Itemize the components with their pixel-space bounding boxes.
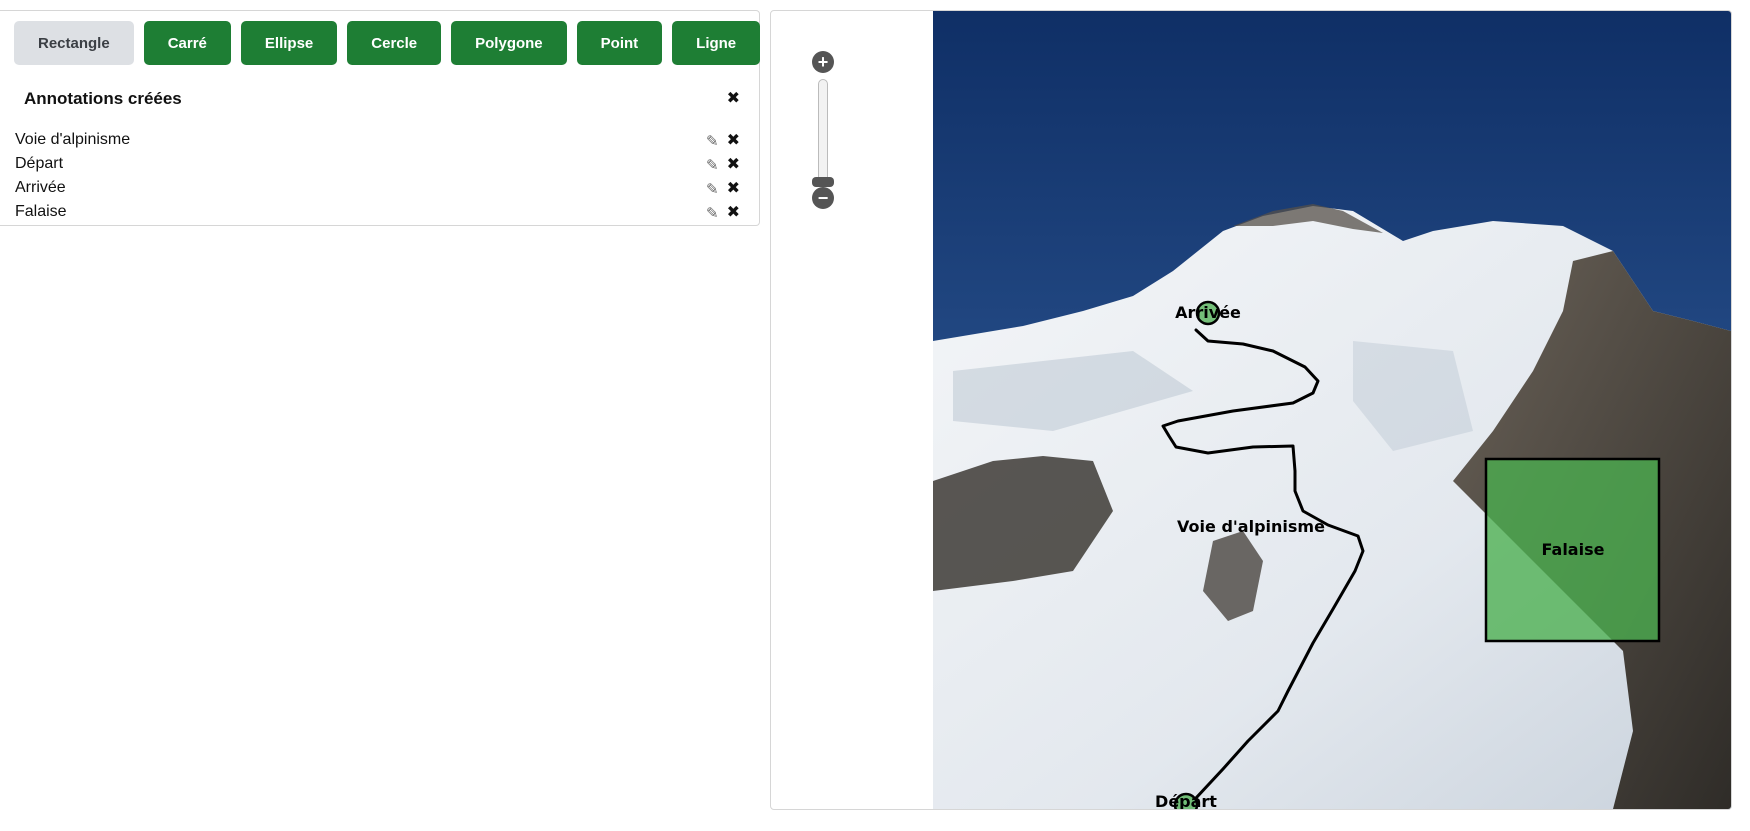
annotations-panel: Rectangle Carré Ellipse Cercle Polygone …	[0, 10, 761, 227]
polygon-tool-button[interactable]: Polygone	[451, 21, 567, 65]
annotations-list: Voie d'alpinisme ✎ ✖ Départ ✎ ✖ Arrivée …	[15, 131, 740, 227]
annotation-actions: ✎ ✖	[706, 156, 740, 175]
plus-icon[interactable]: +	[812, 51, 834, 73]
close-icon[interactable]: ✖	[727, 91, 740, 107]
pencil-icon[interactable]: ✎	[706, 204, 719, 222]
cliff-label: Falaise	[1542, 540, 1605, 559]
list-item[interactable]: Voie d'alpinisme ✎ ✖	[15, 131, 740, 155]
annotation-actions: ✎ ✖	[706, 180, 740, 199]
shape-toolbar: Rectangle Carré Ellipse Cercle Polygone …	[14, 21, 761, 65]
annotations-title: Annotations créées	[24, 89, 182, 108]
circle-tool-button[interactable]: Cercle	[347, 21, 442, 65]
mountain-image[interactable]: Falaise Voie d'alpinisme Départ Arrivée	[933, 11, 1731, 809]
line-tool-button[interactable]: Ligne	[672, 21, 761, 65]
ellipse-tool-button[interactable]: Ellipse	[240, 21, 338, 65]
close-icon[interactable]: ✖	[727, 133, 740, 149]
zoom-control: + −	[811, 51, 835, 221]
close-icon[interactable]: ✖	[727, 181, 740, 197]
annotation-actions: ✎ ✖	[706, 132, 740, 151]
annotation-label: Falaise	[15, 203, 67, 220]
end-label: Arrivée	[1175, 303, 1241, 322]
annotations-header: Annotations créées ✖	[24, 89, 740, 113]
rectangle-tool-button[interactable]: Rectangle	[14, 21, 134, 65]
image-viewer: + − Falaise Voie d'alpinisme Départ Arri…	[770, 10, 1732, 810]
annotation-label: Départ	[15, 155, 64, 172]
annotation-actions: ✎ ✖	[706, 204, 740, 223]
close-icon[interactable]: ✖	[727, 157, 740, 173]
list-item[interactable]: Départ ✎ ✖	[15, 155, 740, 179]
list-item[interactable]: Falaise ✎ ✖	[15, 203, 740, 227]
pencil-icon[interactable]: ✎	[706, 132, 719, 150]
pencil-icon[interactable]: ✎	[706, 180, 719, 198]
annotation-label: Arrivée	[15, 179, 66, 196]
zoom-slider-track[interactable]	[818, 79, 828, 183]
pencil-icon[interactable]: ✎	[706, 156, 719, 174]
close-icon[interactable]: ✖	[727, 205, 740, 221]
annotation-label: Voie d'alpinisme	[15, 131, 131, 148]
route-label: Voie d'alpinisme	[1177, 517, 1325, 536]
point-tool-button[interactable]: Point	[576, 21, 663, 65]
zoom-slider-handle[interactable]	[812, 177, 834, 187]
start-label: Départ	[1155, 792, 1217, 809]
minus-icon[interactable]: −	[812, 187, 834, 209]
list-item[interactable]: Arrivée ✎ ✖	[15, 179, 740, 203]
square-tool-button[interactable]: Carré	[143, 21, 231, 65]
